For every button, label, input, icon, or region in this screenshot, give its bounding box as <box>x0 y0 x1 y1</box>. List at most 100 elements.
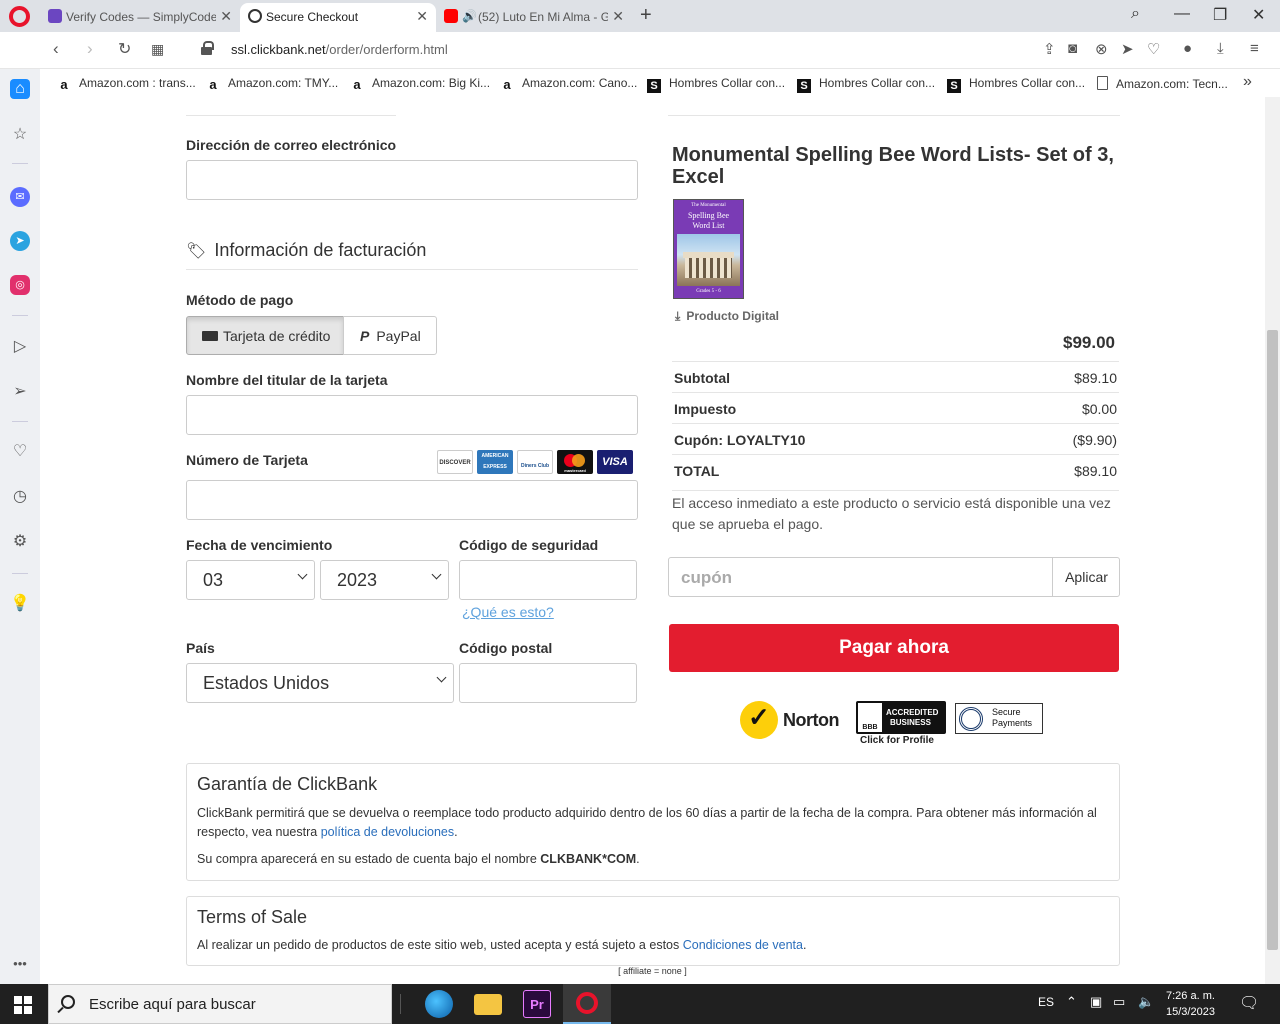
star-icon[interactable]: ☆ <box>10 125 30 145</box>
terms-text-part: . <box>802 938 807 952</box>
instagram-icon[interactable]: ◎ <box>10 275 30 295</box>
history-icon[interactable]: ◷ <box>10 487 30 507</box>
minimize-icon[interactable]: — <box>1174 5 1190 23</box>
statement-name: CLKBANK*COM <box>540 852 637 866</box>
tab-verify-codes[interactable]: Verify Codes — SimplyCodes ✕ <box>40 3 240 32</box>
player-icon[interactable]: ▷ <box>10 337 30 357</box>
lightbulb-icon[interactable]: 💡 <box>10 594 30 614</box>
language-indicator[interactable]: ES <box>1038 995 1054 1009</box>
credit-card-option[interactable]: Tarjeta de crédito <box>186 316 344 355</box>
opera-logo-icon[interactable] <box>9 6 30 27</box>
coupon-input[interactable]: cupón <box>681 568 732 588</box>
download-icon: ⤓ <box>675 309 681 323</box>
heart-icon[interactable]: ♡ <box>10 442 30 462</box>
adblock-icon[interactable]: ⊗ <box>1095 40 1108 58</box>
windows-start-icon[interactable] <box>14 996 32 1014</box>
close-icon[interactable]: ✕ <box>220 8 232 25</box>
telegram-icon[interactable]: ➤ <box>10 231 30 251</box>
edge-icon[interactable] <box>425 990 453 1018</box>
secure-payments-icon <box>959 707 983 731</box>
new-tab-button[interactable]: + <box>640 4 652 27</box>
expiry-year-select[interactable]: 2023 <box>320 560 449 600</box>
visa-card-icon: VISA <box>597 450 633 474</box>
scrollbar-thumb[interactable] <box>1267 330 1278 950</box>
tab-secure-checkout[interactable]: Secure Checkout ✕ <box>240 3 436 32</box>
bookmark-item[interactable]: a Amazon.com: TMY... <box>206 76 338 92</box>
forward-icon[interactable]: › <box>87 39 93 59</box>
send-icon[interactable]: ➢ <box>10 382 30 402</box>
meet-now-icon[interactable]: ▣ <box>1090 994 1102 1010</box>
security-code-field[interactable] <box>459 560 637 600</box>
bookmark-item[interactable]: a Amazon.com : trans... <box>57 76 196 92</box>
menu-icon[interactable]: ≡ <box>1250 40 1259 57</box>
norton-badge[interactable]: ✓ Norton <box>740 700 850 740</box>
bookmark-item[interactable]: Amazon.com: Tecn... <box>1097 76 1228 91</box>
cardholder-field[interactable] <box>186 395 638 435</box>
bookmark-label: Amazon.com : trans... <box>79 76 196 90</box>
bbb-badge[interactable]: BBB ACCREDITED BUSINESS Click for Profil… <box>856 701 952 747</box>
bookmark-item[interactable]: S Hombres Collar con... <box>947 76 1085 93</box>
more-bookmarks-icon[interactable]: » <box>1243 73 1252 91</box>
paypal-option[interactable]: P PayPal <box>343 316 437 355</box>
country-select[interactable]: Estados Unidos <box>186 663 454 703</box>
clock-date: 15/3/2023 <box>1166 1006 1215 1018</box>
send-icon[interactable]: ➤ <box>1121 40 1134 58</box>
reload-icon[interactable]: ↻ <box>118 39 131 59</box>
secure-text: Payments <box>992 718 1033 728</box>
bookmark-item[interactable]: S Hombres Collar con... <box>797 76 935 93</box>
email-field[interactable] <box>186 160 638 200</box>
mastercard-orange-circle <box>572 454 585 467</box>
address-bar: ‹ › ↻ ▦ ssl.clickbank.net/order/orderfor… <box>0 32 1280 69</box>
volume-icon[interactable]: 🔈 <box>1138 994 1154 1010</box>
discover-card-icon: DISCOVER <box>437 450 473 474</box>
bookmark-item[interactable]: S Hombres Collar con... <box>647 76 785 93</box>
download-icon[interactable]: ⤓ <box>1217 40 1224 57</box>
expiry-month-select[interactable]: 03 <box>186 560 315 600</box>
card-number-field[interactable] <box>186 480 638 520</box>
apply-coupon-button[interactable]: Aplicar <box>1052 558 1120 596</box>
temple-columns <box>685 258 732 278</box>
camera-icon[interactable]: ◙ <box>1068 40 1077 57</box>
more-icon[interactable]: ••• <box>10 954 30 974</box>
pay-now-button[interactable]: Pagar ahora <box>669 624 1119 672</box>
speaker-icon[interactable]: 🔊 <box>462 9 477 23</box>
heart-icon[interactable]: ♡ <box>1147 40 1160 58</box>
file-explorer-icon[interactable] <box>474 994 502 1015</box>
terms-of-sale-link[interactable]: Condiciones de venta <box>683 938 803 952</box>
opera-taskbar-button[interactable] <box>563 984 611 1024</box>
premiere-icon[interactable]: Pr <box>523 990 551 1018</box>
messenger-icon[interactable]: ✉ <box>10 187 30 207</box>
notifications-icon[interactable]: 🗨 <box>1239 993 1259 1013</box>
row-value: $0.00 <box>1081 401 1117 417</box>
chevron-up-icon[interactable]: ⌃ <box>1066 994 1077 1010</box>
close-window-icon[interactable]: ✕ <box>1252 5 1265 25</box>
sidebar-divider <box>12 163 28 164</box>
search-tabs-icon[interactable]: ⌕ <box>1131 5 1140 23</box>
bookmark-item[interactable]: a Amazon.com: Cano... <box>500 76 637 92</box>
bbb-caption: Click for Profile <box>860 735 934 746</box>
profile-icon[interactable]: ● <box>1183 40 1192 57</box>
close-icon[interactable]: ✕ <box>612 8 624 25</box>
close-icon[interactable]: ✕ <box>416 8 428 25</box>
taskbar-search-box[interactable]: Escribe aquí para buscar <box>48 984 392 1024</box>
postal-code-field[interactable] <box>459 663 637 703</box>
secure-payments-badge[interactable]: Secure Payments <box>955 703 1043 734</box>
share-icon[interactable]: ⇪ <box>1043 40 1056 58</box>
guarantee-text-part: . <box>454 825 458 839</box>
option-label: Tarjeta de crédito <box>223 328 331 344</box>
taskbar-clock[interactable]: 7:26 a. m. 15/3/2023 <box>1166 988 1215 1020</box>
clickbank-favicon-icon <box>248 9 262 23</box>
settings-icon[interactable]: ⚙ <box>10 532 30 552</box>
restore-icon[interactable]: ❐ <box>1213 5 1227 25</box>
returns-policy-link[interactable]: política de devoluciones <box>321 825 454 839</box>
bookmark-item[interactable]: a Amazon.com: Big Ki... <box>350 76 490 92</box>
tab-youtube[interactable]: 🔊 (52) Luto En Mi Alma - Gru ✕ <box>436 3 632 32</box>
home-icon[interactable]: ⌂ <box>10 79 30 99</box>
lock-icon[interactable] <box>201 41 214 55</box>
tabs-grid-icon[interactable]: ▦ <box>151 41 164 58</box>
back-icon[interactable]: ‹ <box>53 39 59 59</box>
network-icon[interactable]: ▭ <box>1113 994 1125 1010</box>
terms-text-part: Al realizar un pedido de productos de es… <box>197 938 683 952</box>
whats-this-link[interactable]: ¿Qué es esto? <box>462 604 554 620</box>
url-field[interactable]: ssl.clickbank.net/order/orderform.html <box>231 42 448 57</box>
